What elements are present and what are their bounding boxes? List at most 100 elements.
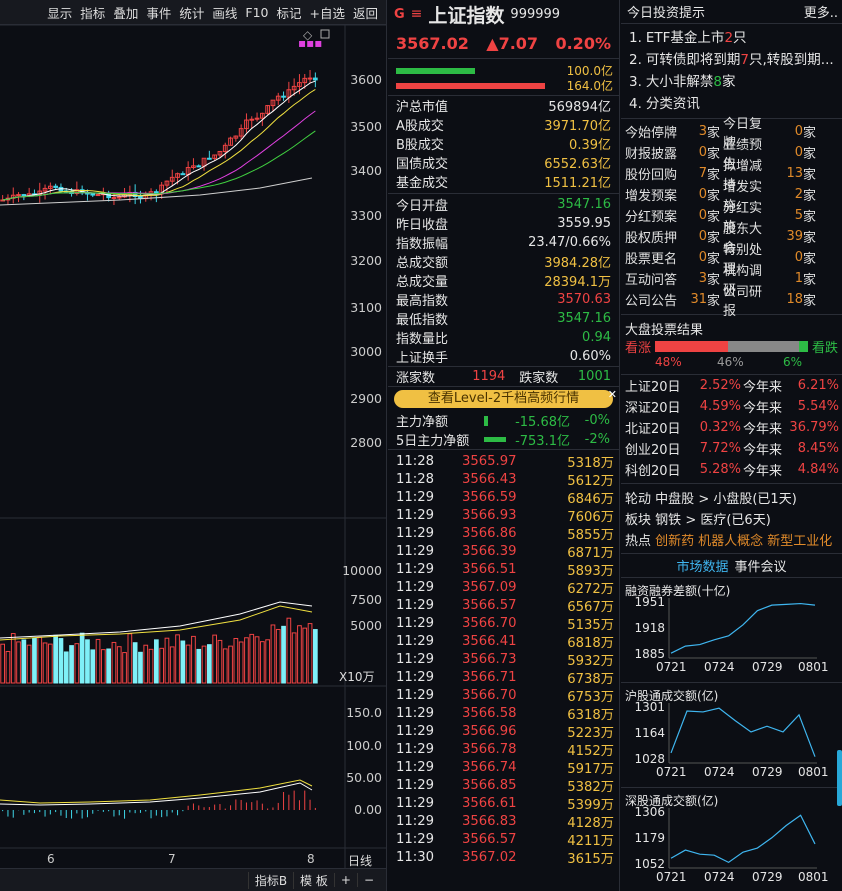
tick-price: 3566.59	[462, 490, 542, 505]
rotation-label: 轮动	[625, 492, 651, 507]
price-tick: 3100	[342, 300, 382, 315]
period-label[interactable]: 日线	[348, 852, 372, 869]
tick-price: 3566.61	[462, 796, 542, 811]
price-change: ▲7.07	[486, 34, 538, 53]
turnover-rows: 沪总市值569894亿A股成交3971.70亿B股成交0.39亿国债成交6552…	[388, 96, 619, 191]
perf-row[interactable]: 上证20日2.52%今年来6.21%	[621, 375, 842, 396]
event-cell: 家	[803, 206, 817, 225]
perf-20d: 2.52%	[685, 378, 741, 393]
event-cell: 18	[773, 292, 803, 307]
bottom-button[interactable]: 模 板	[293, 872, 334, 889]
bottom-button[interactable]: −	[357, 873, 380, 887]
tick-volume: 4152万	[542, 740, 614, 759]
event-cell: 0	[677, 250, 707, 265]
sector-to: 医疗(已6天)	[700, 513, 770, 528]
logo-icon: G	[394, 7, 405, 22]
tab-events[interactable]: 事件会议	[735, 556, 787, 575]
tick-price: 3566.58	[462, 706, 542, 721]
tick-row: 11:293566.706753万	[388, 686, 619, 704]
stat-row: 今日开盘3547.16	[388, 195, 619, 214]
stat-row: 沪总市值569894亿	[388, 96, 619, 115]
perf-label: 创业20日	[625, 439, 685, 458]
sector-row[interactable]: 板块 钢铁 > 医疗(已6天)	[625, 509, 838, 530]
perf-row[interactable]: 深证20日4.59%今年来5.54%	[621, 396, 842, 417]
event-cell: 家	[707, 164, 721, 183]
event-row[interactable]: 公司公告31家公司研报18家	[621, 289, 842, 310]
stat-row: 国债成交6552.63亿	[388, 153, 619, 172]
rotation-row[interactable]: 轮动 中盘股 > 小盘股(已1天)	[625, 488, 838, 509]
menu-icon[interactable]: ≡	[411, 6, 423, 22]
bottom-button[interactable]: +	[334, 873, 357, 887]
tick-volume: 6753万	[542, 686, 614, 705]
tip-text: 可转债即将到期	[642, 52, 741, 68]
event-cell: 家	[707, 185, 721, 204]
flow-pct: -2%	[570, 432, 610, 447]
level2-button[interactable]: 查看Level-2千档高频行情	[394, 390, 613, 408]
tab-market-data[interactable]: 市场数据	[676, 556, 728, 575]
tip-item[interactable]: 4.分类资讯	[621, 92, 842, 114]
event-cell: 0	[677, 229, 707, 244]
stat-label: 今日开盘	[396, 195, 448, 214]
stat-label: 沪总市值	[396, 96, 448, 115]
tick-row: 11:293566.576567万	[388, 596, 619, 614]
event-cell: 0	[773, 124, 803, 139]
vote-up-pct: 48%	[655, 355, 717, 371]
hot-label: 热点	[625, 534, 651, 549]
tick-row: 11:293566.574211万	[388, 830, 619, 848]
event-cell: 股份回购	[625, 164, 677, 183]
tip-item[interactable]: 2.可转债即将到期7只,转股到期...	[621, 48, 842, 70]
tip-tail: 只	[733, 30, 747, 46]
tick-price: 3565.97	[462, 454, 542, 469]
event-cell: 7	[677, 166, 707, 181]
perf-row[interactable]: 创业20日7.72%今年来8.45%	[621, 438, 842, 459]
tick-volume: 6318万	[542, 704, 614, 723]
up-count: 1194	[466, 369, 505, 384]
tick-price: 3566.74	[462, 760, 542, 775]
tip-item[interactable]: 3.大小非解禁8家	[621, 70, 842, 92]
bottom-button[interactable]: 指标B	[248, 872, 293, 889]
close-icon[interactable]: ✕	[608, 388, 617, 401]
stat-label: A股成交	[396, 115, 444, 134]
down-count: 1001	[576, 369, 611, 384]
stat-row: 总成交量28394.1万	[388, 271, 619, 290]
event-cell: 分红预案	[625, 206, 677, 225]
event-cell: 互动问答	[625, 269, 677, 288]
hot-topic[interactable]: 机器人概念	[698, 534, 763, 549]
stat-row: 基金成交1511.21亿	[388, 172, 619, 191]
hot-topic[interactable]: 新型工业化	[767, 534, 832, 549]
macd-tick: 50.00	[342, 770, 382, 785]
more-link[interactable]: 更多..	[804, 2, 838, 21]
event-cell: 0	[677, 187, 707, 202]
date-tick: 8	[307, 852, 315, 866]
perf-row[interactable]: 北证20日0.32%今年来36.79%	[621, 417, 842, 438]
index-name: 上证指数	[428, 1, 504, 28]
kline-chart-panel[interactable]: 显示指标叠加事件统计画线F10标记+自选返回 ◇▪▪▪ 360035003400…	[0, 0, 387, 891]
event-cell: 家	[803, 164, 817, 183]
event-cell: 家	[707, 269, 721, 288]
stat-row: 最高指数3570.63	[388, 290, 619, 309]
candlestick-chart[interactable]: ◇▪▪▪	[0, 0, 387, 891]
perf-row[interactable]: 科创20日5.28%今年来4.84%	[621, 459, 842, 480]
tick-list[interactable]: 11:283565.975318万11:283566.435612万11:293…	[388, 450, 619, 866]
tick-volume: 6272万	[542, 578, 614, 597]
tick-time: 11:29	[388, 526, 462, 541]
event-cell: 财报披露	[625, 143, 677, 162]
scrollbar[interactable]	[837, 750, 842, 806]
tick-volume: 6846万	[542, 488, 614, 507]
tick-time: 11:29	[388, 670, 462, 685]
tick-row: 11:293566.586318万	[388, 704, 619, 722]
tip-item[interactable]: 1.ETF基金上市2只	[621, 26, 842, 48]
macd-tick: 100.0	[342, 738, 382, 753]
tick-volume: 4128万	[542, 812, 614, 831]
event-cell: 家	[803, 290, 817, 309]
flow-label: 5日主力净额	[396, 430, 480, 449]
event-cell: 家	[707, 122, 721, 141]
rotation-arrow: >	[698, 492, 709, 507]
event-cell: 家	[707, 143, 721, 162]
ratio-value: 164.0亿	[553, 77, 613, 94]
price-tick: 3200	[342, 253, 382, 268]
tick-price: 3566.78	[462, 742, 542, 757]
hot-topic[interactable]: 创新药	[655, 534, 694, 549]
stat-value: 3971.70亿	[544, 115, 611, 134]
event-cell: 公司公告	[625, 290, 677, 309]
